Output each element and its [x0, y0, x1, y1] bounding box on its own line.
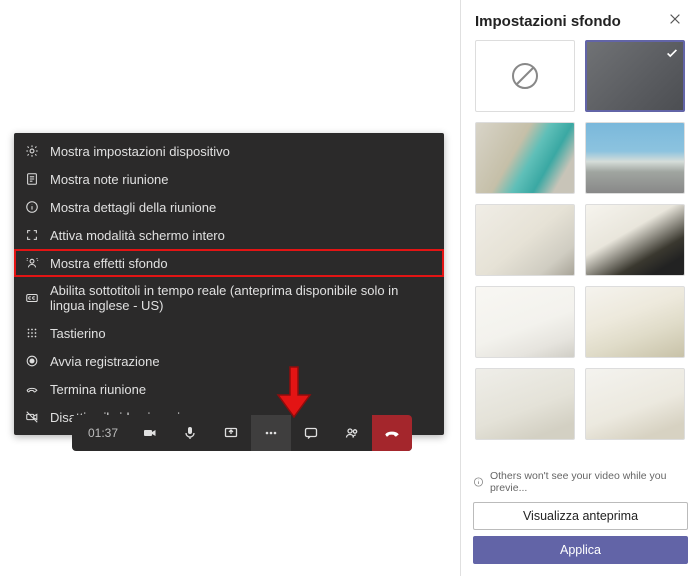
menu-item-label: Avvia registrazione: [50, 354, 160, 369]
gear-icon: [24, 143, 40, 159]
menu-item-label: Abilita sottotitoli in tempo reale (ante…: [50, 283, 434, 313]
background-image-4[interactable]: [585, 204, 685, 276]
background-blur[interactable]: [585, 40, 685, 112]
menu-item-label: Termina riunione: [50, 382, 146, 397]
checkmark-icon: [665, 46, 679, 65]
captions-icon: [24, 290, 40, 306]
meeting-more-menu: Mostra impostazioni dispositivo Mostra n…: [14, 133, 444, 435]
background-image-3[interactable]: [475, 204, 575, 276]
menu-item-meeting-notes[interactable]: Mostra note riunione: [14, 165, 444, 193]
menu-item-device-settings[interactable]: Mostra impostazioni dispositivo: [14, 137, 444, 165]
chat-button[interactable]: [291, 415, 331, 451]
menu-item-label: Mostra impostazioni dispositivo: [50, 144, 230, 159]
hangup-button[interactable]: [372, 415, 412, 451]
menu-item-fullscreen[interactable]: Attiva modalità schermo intero: [14, 221, 444, 249]
background-image-7[interactable]: [475, 368, 575, 440]
info-icon: [24, 199, 40, 215]
meeting-toolbar: 01:37: [72, 415, 412, 451]
background-image-6[interactable]: [585, 286, 685, 358]
menu-item-end-meeting[interactable]: Termina riunione: [14, 375, 444, 403]
mic-button[interactable]: [170, 415, 210, 451]
background-image-2[interactable]: [585, 122, 685, 194]
background-image-8[interactable]: [585, 368, 685, 440]
menu-item-label: Mostra effetti sfondo: [50, 256, 168, 271]
panel-title: Impostazioni sfondo: [475, 13, 621, 30]
notes-icon: [24, 171, 40, 187]
background-image-5[interactable]: [475, 286, 575, 358]
fullscreen-icon: [24, 227, 40, 243]
preview-button[interactable]: Visualizza anteprima: [473, 502, 688, 530]
menu-item-dialpad[interactable]: Tastierino: [14, 319, 444, 347]
meeting-timer: 01:37: [72, 426, 130, 440]
preview-note: Others won't see your video while you pr…: [473, 470, 688, 494]
background-settings-panel: Impostazioni sfondo: [460, 0, 700, 576]
background-image-1[interactable]: [475, 122, 575, 194]
preview-note-text: Others won't see your video while you pr…: [490, 470, 688, 494]
more-button[interactable]: [251, 415, 291, 451]
menu-item-label: Mostra note riunione: [50, 172, 169, 187]
menu-item-meeting-details[interactable]: Mostra dettagli della riunione: [14, 193, 444, 221]
background-effects-icon: [24, 255, 40, 271]
close-button[interactable]: [668, 12, 686, 30]
background-none[interactable]: [475, 40, 575, 112]
menu-item-background-effects[interactable]: Mostra effetti sfondo: [14, 249, 444, 277]
menu-item-label: Tastierino: [50, 326, 106, 341]
camera-button[interactable]: [130, 415, 170, 451]
dialpad-icon: [24, 325, 40, 341]
record-icon: [24, 353, 40, 369]
menu-item-label: Attiva modalità schermo intero: [50, 228, 225, 243]
end-meeting-icon: [24, 381, 40, 397]
menu-item-start-recording[interactable]: Avvia registrazione: [14, 347, 444, 375]
participants-button[interactable]: [331, 415, 371, 451]
apply-button[interactable]: Applica: [473, 536, 688, 564]
video-off-icon: [24, 409, 40, 425]
menu-item-live-captions[interactable]: Abilita sottotitoli in tempo reale (ante…: [14, 277, 444, 319]
menu-item-label: Mostra dettagli della riunione: [50, 200, 216, 215]
background-grid: [461, 40, 700, 462]
share-button[interactable]: [211, 415, 251, 451]
